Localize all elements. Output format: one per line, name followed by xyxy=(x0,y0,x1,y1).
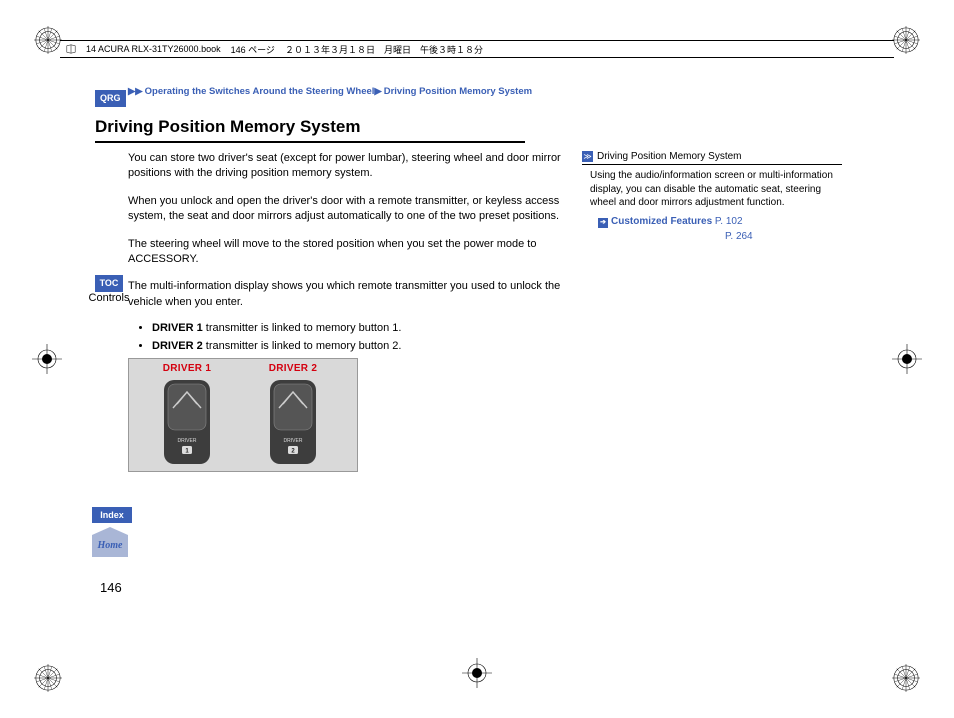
main-body: You can store two driver's seat (except … xyxy=(128,151,566,472)
paragraph: When you unlock and open the driver's do… xyxy=(128,194,566,225)
footer-nav: Index Home xyxy=(92,507,132,557)
bullet-item: DRIVER 1 transmitter is linked to memory… xyxy=(152,322,566,334)
toc-nav: TOC Controls xyxy=(95,275,123,304)
sidebar-heading: Driving Position Memory System xyxy=(597,151,741,162)
qrg-button[interactable]: QRG xyxy=(95,90,126,107)
header-date: ２０１３年３月１８日 月曜日 午後３時１８分 xyxy=(285,43,483,56)
svg-text:DRIVER: DRIVER xyxy=(178,438,197,444)
key-fob-icon: DRIVER 1 xyxy=(160,378,214,466)
key-fob-icon: DRIVER 2 xyxy=(266,378,320,466)
registration-mark-icon xyxy=(34,26,62,54)
bullet-item: DRIVER 2 transmitter is linked to memory… xyxy=(152,340,566,352)
key-fob-illustration: DRIVER 1 DRIVER 1 DRIVER 2 xyxy=(128,358,358,472)
crosshair-icon xyxy=(462,658,492,688)
breadcrumb-section: Operating the Switches Around the Steeri… xyxy=(145,86,375,97)
page-title: Driving Position Memory System xyxy=(95,117,525,143)
cross-reference-link[interactable]: ➔Customized Features P. 102 xyxy=(582,214,842,229)
link-arrow-icon: ➔ xyxy=(598,218,608,228)
index-button[interactable]: Index xyxy=(92,507,132,523)
breadcrumb[interactable]: ▶▶Operating the Switches Around the Stee… xyxy=(128,86,895,97)
registration-mark-icon xyxy=(892,26,920,54)
home-button[interactable]: Home xyxy=(92,535,128,557)
book-icon xyxy=(66,44,76,54)
paragraph: The multi-information display shows you … xyxy=(128,279,566,310)
cross-reference-link[interactable]: P. 264 xyxy=(582,229,842,244)
page-content: ▶▶Operating the Switches Around the Stee… xyxy=(95,86,895,472)
breadcrumb-subsection: Driving Position Memory System xyxy=(384,86,532,97)
registration-mark-icon xyxy=(34,664,62,692)
info-sidebar: ≫ Driving Position Memory System Using t… xyxy=(582,151,842,472)
triangle-icon: ▶▶ xyxy=(128,86,143,97)
fob-label-2: DRIVER 2 xyxy=(249,363,337,374)
registration-mark-icon xyxy=(892,664,920,692)
section-label: Controls xyxy=(89,292,130,304)
info-icon: ≫ xyxy=(582,151,593,162)
header-filename: 14 ACURA RLX-31TY26000.book xyxy=(86,44,221,54)
document-header-bar: 14 ACURA RLX-31TY26000.book 146 ページ ２０１３… xyxy=(60,40,894,58)
svg-text:DRIVER: DRIVER xyxy=(284,438,303,444)
page-number: 146 xyxy=(100,580,122,595)
crosshair-icon xyxy=(892,344,922,374)
paragraph: The steering wheel will move to the stor… xyxy=(128,237,566,268)
header-page: 146 ページ xyxy=(231,43,275,56)
crosshair-icon xyxy=(32,344,62,374)
paragraph: You can store two driver's seat (except … xyxy=(128,151,566,182)
sidebar-text: Using the audio/information screen or mu… xyxy=(582,167,842,214)
triangle-icon: ▶ xyxy=(374,86,381,97)
fob-label-1: DRIVER 1 xyxy=(143,363,231,374)
toc-button[interactable]: TOC xyxy=(95,275,124,292)
